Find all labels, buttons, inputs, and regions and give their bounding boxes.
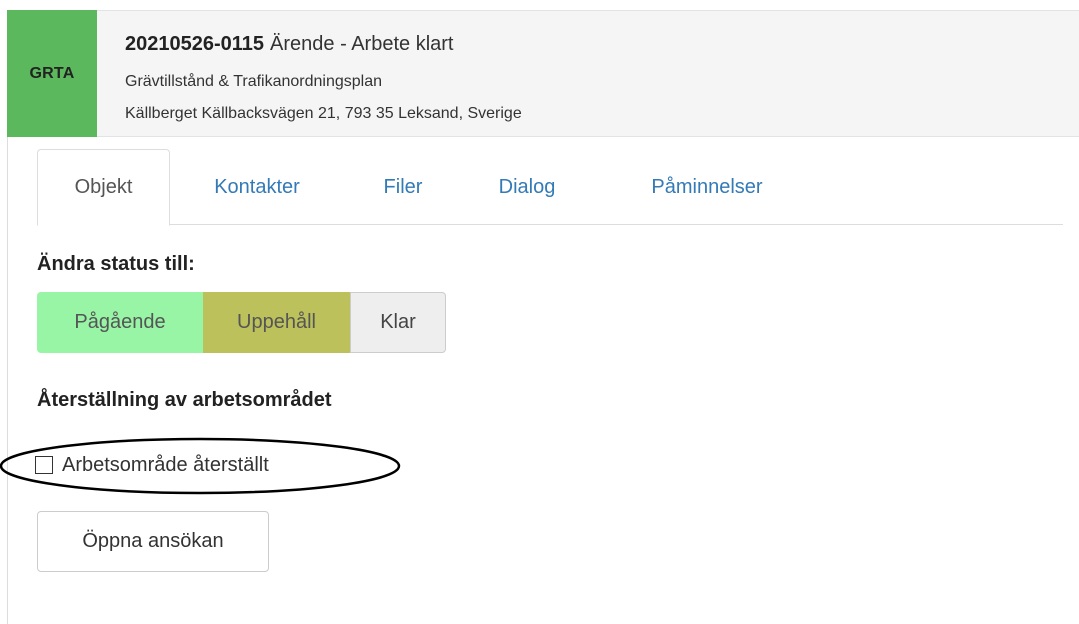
case-title-line: 20210526-0115 Ärende - Arbete klart <box>125 33 453 56</box>
tab-bar: Objekt Kontakter Filer Dialog Påminnelse… <box>37 149 1063 226</box>
tab-kontakter[interactable]: Kontakter <box>187 149 327 225</box>
tab-filer[interactable]: Filer <box>363 149 443 225</box>
case-address: Källberget Källbacksvägen 21, 793 35 Lek… <box>125 105 522 122</box>
status-klar-button[interactable]: Klar <box>350 292 446 353</box>
restoration-heading: Återställning av arbetsområdet <box>37 389 332 411</box>
restoration-checkbox[interactable] <box>35 456 53 474</box>
change-status-heading: Ändra status till: <box>37 253 195 275</box>
status-uppehall-button[interactable]: Uppehåll <box>203 292 350 353</box>
case-id: 20210526-0115 <box>125 33 265 55</box>
status-button-group: Pågående Uppehåll Klar <box>37 292 446 353</box>
tab-dialog[interactable]: Dialog <box>477 149 577 225</box>
case-type-badge: GRTA <box>7 10 97 137</box>
restoration-checkbox-label[interactable]: Arbetsområde återställt <box>62 454 269 477</box>
content-left-border <box>7 137 8 624</box>
case-type-description: Grävtillstånd & Trafikanordningsplan <box>125 73 383 90</box>
restoration-checkbox-row[interactable]: Arbetsområde återställt <box>35 450 269 480</box>
tab-paminnelser[interactable]: Påminnelser <box>622 149 792 225</box>
case-header: GRTA 20210526-0115 Ärende - Arbete klart … <box>7 10 1079 137</box>
case-status-title: Ärende - Arbete klart <box>270 33 454 55</box>
open-application-button[interactable]: Öppna ansökan <box>37 511 269 572</box>
status-pagaende-button[interactable]: Pågående <box>37 292 203 353</box>
tab-objekt[interactable]: Objekt <box>37 149 170 226</box>
